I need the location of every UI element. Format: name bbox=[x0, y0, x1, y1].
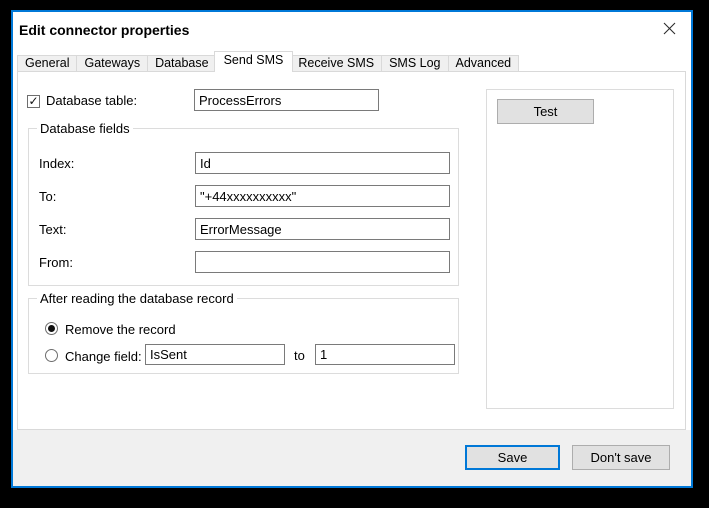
text-label: Text: bbox=[39, 222, 67, 237]
close-button[interactable] bbox=[654, 17, 684, 43]
tab-sms-log[interactable]: SMS Log bbox=[381, 55, 449, 72]
change-field-radio[interactable] bbox=[45, 349, 58, 362]
tab-send-sms[interactable]: Send SMS bbox=[213, 51, 294, 72]
test-button[interactable]: Test bbox=[497, 99, 594, 124]
database-fields-group-title: Database fields bbox=[37, 121, 133, 136]
tab-general[interactable]: General bbox=[17, 55, 78, 72]
tab-strip: General Gateways Database Send SMS Recei… bbox=[17, 51, 520, 72]
from-input[interactable] bbox=[195, 251, 450, 273]
tab-database[interactable]: Database bbox=[147, 55, 217, 72]
database-table-checkbox[interactable]: ✓ bbox=[27, 95, 40, 108]
to-word-label: to bbox=[294, 348, 305, 363]
to-label: To: bbox=[39, 189, 57, 204]
test-panel: Test bbox=[486, 89, 674, 409]
database-fields-group: Database fields Index: To: Text: From: bbox=[28, 121, 459, 286]
remove-record-radio[interactable] bbox=[45, 322, 58, 335]
text-input[interactable] bbox=[195, 218, 450, 240]
change-field-label: Change field: bbox=[65, 349, 142, 364]
index-input[interactable] bbox=[195, 152, 450, 174]
save-button[interactable]: Save bbox=[465, 445, 560, 470]
window-title: Edit connector properties bbox=[19, 22, 190, 38]
from-label: From: bbox=[39, 255, 73, 270]
after-reading-group-title: After reading the database record bbox=[37, 291, 237, 306]
tab-advanced[interactable]: Advanced bbox=[447, 55, 520, 72]
title-bar: Edit connector properties bbox=[13, 12, 691, 50]
tab-receive-sms[interactable]: Receive SMS bbox=[290, 55, 383, 72]
to-input[interactable] bbox=[195, 185, 450, 207]
close-icon bbox=[663, 22, 676, 38]
database-table-label: Database table: bbox=[46, 93, 138, 108]
send-sms-tab-page: ✓ Database table: Database fields Index:… bbox=[17, 71, 686, 430]
index-label: Index: bbox=[39, 156, 75, 171]
after-reading-group: After reading the database record Remove… bbox=[28, 291, 459, 374]
remove-record-label: Remove the record bbox=[65, 322, 176, 337]
tab-gateways[interactable]: Gateways bbox=[76, 55, 149, 72]
change-field-value-input[interactable] bbox=[315, 344, 455, 365]
desktop-background: { "window": { "title": "Edit connector p… bbox=[0, 0, 709, 508]
dialog-window: Edit connector properties General Gatewa… bbox=[11, 10, 693, 488]
database-table-input[interactable] bbox=[194, 89, 379, 111]
dont-save-button[interactable]: Don't save bbox=[572, 445, 670, 470]
change-field-name-input[interactable] bbox=[145, 344, 285, 365]
